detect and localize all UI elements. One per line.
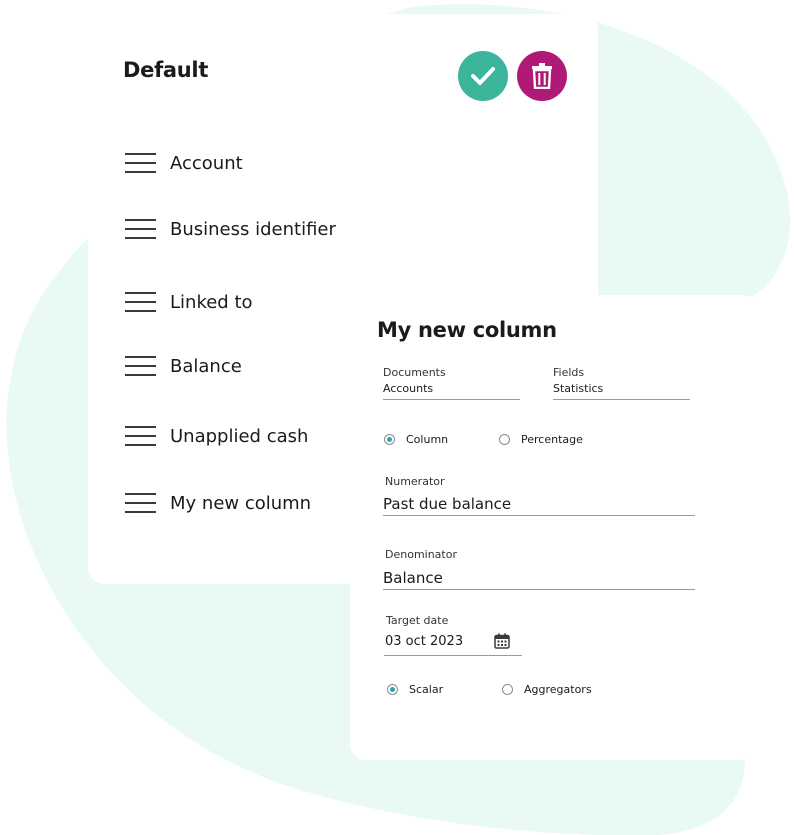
column-item-label: Account — [170, 152, 243, 174]
radio-column[interactable]: Column — [384, 433, 448, 446]
drag-handle-icon[interactable] — [125, 218, 157, 240]
radio-aggregators[interactable]: Aggregators — [502, 683, 592, 696]
radio-indicator — [502, 684, 513, 695]
target-date-underline — [384, 655, 522, 656]
radio-scalar[interactable]: Scalar — [387, 683, 443, 696]
radio-aggregators-label: Aggregators — [524, 683, 592, 696]
radio-percentage-label: Percentage — [521, 433, 583, 446]
radio-percentage[interactable]: Percentage — [499, 433, 583, 446]
documents-underline — [383, 399, 520, 400]
fields-label: Fields — [553, 366, 585, 379]
radio-selected-indicator — [384, 434, 395, 445]
layout-title: Default — [123, 58, 209, 82]
fields-underline — [553, 399, 690, 400]
fields-select[interactable]: Statistics — [553, 382, 603, 395]
column-item-my-new-column[interactable]: My new column — [125, 488, 311, 518]
denominator-underline — [383, 589, 695, 590]
drag-handle-icon[interactable] — [125, 152, 157, 174]
denominator-label: Denominator — [385, 548, 457, 561]
denominator-input[interactable]: Balance — [383, 569, 443, 587]
column-item-account[interactable]: Account — [125, 148, 243, 178]
drag-handle-icon[interactable] — [125, 291, 157, 313]
drag-handle-icon[interactable] — [125, 425, 157, 447]
radio-column-label: Column — [406, 433, 449, 446]
calendar-icon[interactable] — [494, 633, 510, 649]
drag-handle-icon[interactable] — [125, 492, 157, 514]
documents-label: Documents — [383, 366, 446, 379]
column-item-business-identifier[interactable]: Business identifier — [125, 214, 336, 244]
documents-select[interactable]: Accounts — [383, 382, 433, 395]
confirm-button[interactable] — [458, 51, 508, 101]
trash-icon — [532, 63, 552, 89]
column-item-label: Linked to — [170, 291, 253, 313]
column-item-label: My new column — [170, 492, 312, 514]
numerator-label: Numerator — [385, 475, 445, 488]
target-date-label: Target date — [386, 614, 449, 627]
numerator-input[interactable]: Past due balance — [383, 495, 511, 513]
target-date-input[interactable]: 03 oct 2023 — [385, 634, 463, 649]
column-item-label: Business identifier — [170, 218, 336, 240]
column-item-linked-to[interactable]: Linked to — [125, 287, 253, 317]
radio-selected-indicator — [387, 684, 398, 695]
column-item-label: Unapplied cash — [170, 425, 309, 447]
drag-handle-icon[interactable] — [125, 355, 157, 377]
radio-scalar-label: Scalar — [409, 683, 444, 696]
numerator-underline — [383, 515, 695, 516]
column-item-label: Balance — [170, 355, 242, 377]
column-item-balance[interactable]: Balance — [125, 351, 242, 381]
radio-indicator — [499, 434, 510, 445]
check-icon — [471, 67, 495, 85]
column-item-unapplied-cash[interactable]: Unapplied cash — [125, 421, 308, 451]
editor-title: My new column — [377, 318, 557, 342]
delete-button[interactable] — [517, 51, 567, 101]
